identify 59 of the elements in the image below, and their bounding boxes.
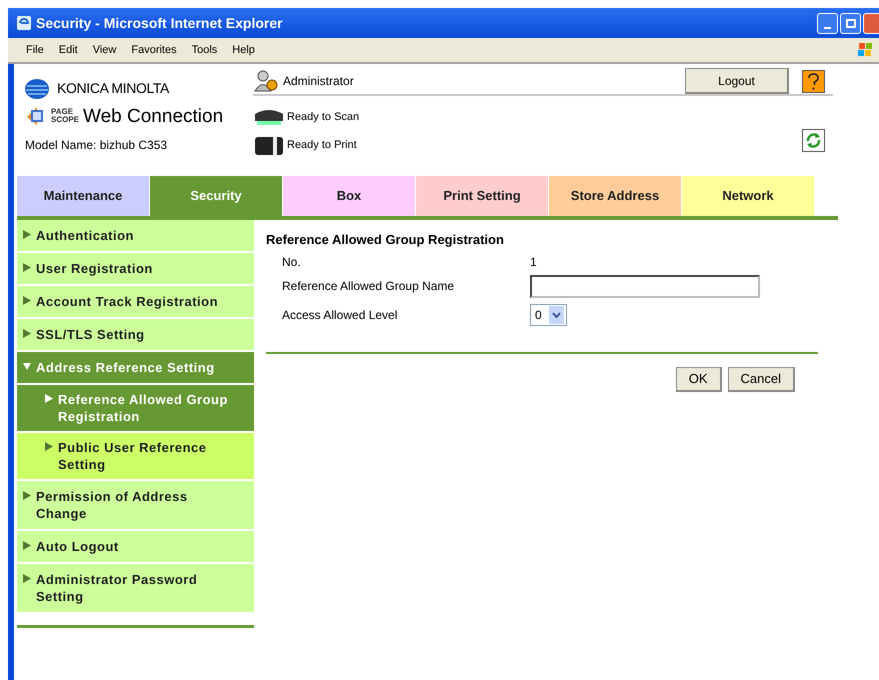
- close-button[interactable]: [863, 12, 879, 34]
- level-select[interactable]: 0: [530, 304, 567, 326]
- menu-item[interactable]: Tools: [192, 42, 218, 58]
- field-label: Access Allowed Level: [282, 307, 398, 324]
- field-label: Reference Allowed Group Name: [282, 278, 456, 295]
- triangle-icon: [23, 296, 31, 305]
- model-name: Model Name: bizhub C353: [25, 137, 168, 154]
- logo-caption: SCOPE: [51, 116, 80, 124]
- minimize-button[interactable]: [817, 12, 838, 34]
- sidebar-item[interactable]: Auto Logout: [17, 531, 254, 564]
- globe-logo-icon: [25, 78, 49, 98]
- sidebar-subitem[interactable]: Public User Reference Setting: [17, 433, 254, 481]
- triangle-icon: [23, 263, 31, 272]
- triangle-icon: [23, 491, 31, 500]
- maximize-button[interactable]: [840, 12, 861, 34]
- sidebar-item[interactable]: User Registration: [17, 253, 254, 286]
- field-label: No.: [282, 254, 302, 270]
- sidebar-item[interactable]: Permission of Address Change: [17, 481, 254, 531]
- browser-icon: [16, 15, 32, 31]
- brand-name: KONICA MINOLTA: [57, 79, 170, 98]
- triangle-icon: [23, 230, 31, 239]
- group-name-field[interactable]: [530, 274, 760, 298]
- cancel-button[interactable]: Cancel: [728, 366, 795, 392]
- windows-logo-icon: [857, 42, 875, 58]
- triangle-icon: [23, 362, 31, 371]
- menu-item[interactable]: Edit: [58, 42, 78, 58]
- status-text: Ready to Print: [287, 138, 357, 153]
- ok-button[interactable]: OK: [676, 366, 722, 392]
- logo-caption: PAGE: [51, 108, 74, 116]
- menu-item[interactable]: View: [92, 42, 116, 58]
- triangle-icon: [23, 541, 31, 550]
- field-value: 1: [530, 254, 537, 270]
- menu-item[interactable]: File: [26, 42, 44, 58]
- user-gear-icon: [253, 70, 279, 92]
- sidebar-item[interactable]: Account Track Registration: [17, 286, 254, 319]
- menu-item[interactable]: Help: [232, 42, 255, 58]
- sidebar-item[interactable]: Authentication: [17, 220, 254, 253]
- help-icon[interactable]: [802, 70, 825, 92]
- nav-tab[interactable]: Box: [283, 176, 416, 216]
- triangle-icon: [23, 574, 31, 583]
- menu-item[interactable]: Favorites: [131, 42, 177, 58]
- status-text: Ready to Scan: [287, 110, 360, 125]
- nav-tab[interactable]: Maintenance: [17, 176, 150, 216]
- triangle-icon: [23, 329, 31, 338]
- triangle-icon: [45, 442, 53, 451]
- sidebar-item[interactable]: SSL/TLS Setting: [17, 319, 254, 352]
- triangle-icon: [45, 394, 53, 403]
- sidebar-item[interactable]: Administrator Password Setting: [17, 564, 254, 614]
- refresh-icon[interactable]: [802, 129, 825, 152]
- nav-tab[interactable]: Network: [682, 176, 815, 216]
- form-title: Reference Allowed Group Registration: [266, 231, 505, 249]
- user-name: Administrator: [283, 73, 354, 90]
- chevron-down-icon: [549, 306, 564, 324]
- nav-tab[interactable]: Store Address: [549, 176, 682, 216]
- printer-icon: [253, 134, 285, 156]
- logout-button[interactable]: Logout: [685, 68, 789, 94]
- nav-tab[interactable]: Print Setting: [416, 176, 549, 216]
- product-name: Web Connection: [83, 106, 224, 126]
- window-title: Security - Microsoft Internet Explorer: [36, 14, 283, 33]
